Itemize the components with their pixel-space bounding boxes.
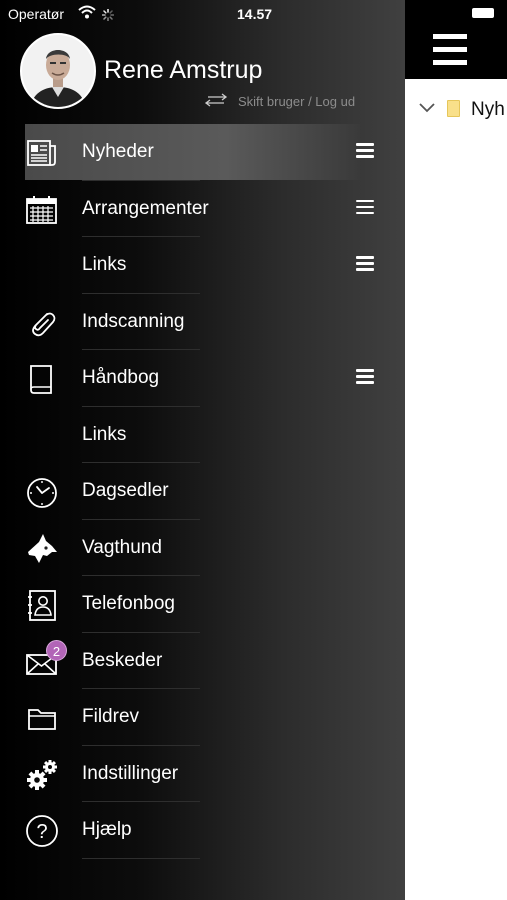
swap-arrows-icon	[202, 93, 230, 110]
phonebook-icon	[25, 588, 59, 622]
menu-item-arrangementer[interactable]: Arrangementer	[0, 181, 405, 237]
menu-item-indstillinger[interactable]: Indstillinger	[0, 746, 405, 802]
carrier-label: Operatør	[8, 6, 65, 22]
menu-label: Links	[82, 254, 127, 275]
menu-item-dagsedler[interactable]: Dagsedler	[0, 463, 405, 520]
submenu-icon[interactable]	[356, 143, 374, 159]
dog-icon	[25, 532, 59, 566]
submenu-icon[interactable]	[356, 256, 374, 272]
status-bar: Operatør 14.57	[0, 0, 507, 28]
book-icon	[25, 362, 59, 396]
gears-icon	[25, 758, 59, 792]
submenu-icon[interactable]	[356, 369, 374, 385]
menu-item-beskeder[interactable]: 2 Beskeder	[0, 633, 405, 689]
battery-icon	[471, 7, 498, 19]
menu-toggle-icon[interactable]	[433, 34, 467, 66]
calendar-icon	[25, 193, 59, 227]
folder-icon	[25, 701, 59, 735]
svg-text:?: ?	[36, 821, 47, 843]
menu-label: Links	[82, 423, 127, 445]
menu-label: Arrangementer	[82, 197, 209, 219]
menu-label: Indscanning	[82, 310, 185, 332]
menu-item-nyheder[interactable]: Nyheder	[0, 124, 405, 181]
submenu-icon[interactable]	[356, 199, 374, 216]
menu-label: Fildrev	[82, 706, 140, 727]
clock-icon	[25, 475, 59, 509]
menu-item-indscanning[interactable]: Indscanning	[0, 294, 405, 350]
chevron-down-icon[interactable]	[419, 101, 435, 119]
menu-item-links-2[interactable]: Links	[0, 407, 405, 463]
menu-label: Vagthund	[82, 536, 162, 558]
menu-item-telefonbog[interactable]: Telefonbog	[0, 576, 405, 633]
status-time: 14.57	[237, 6, 273, 22]
activity-spinner-icon	[101, 8, 115, 24]
menu-item-hjaelp[interactable]: ? Hjælp	[0, 802, 405, 859]
folder-icon	[447, 100, 460, 117]
menu-label: Dagsedler	[82, 480, 169, 501]
tree-item-label: Nyh	[471, 99, 505, 120]
avatar[interactable]	[20, 33, 96, 109]
menu-item-fildrev[interactable]: Fildrev	[0, 689, 405, 746]
help-icon: ?	[25, 814, 59, 848]
menu-list: Nyheder Arrangementer Links Indscanning …	[0, 124, 405, 859]
menu-label: Telefonbog	[82, 593, 175, 614]
menu-label: Håndbog	[82, 367, 160, 388]
menu-label: Indstillinger	[82, 762, 179, 784]
paperclip-icon	[25, 306, 59, 340]
tree-item[interactable]: Nyh	[405, 96, 507, 126]
menu-item-links[interactable]: Links	[0, 237, 405, 294]
menu-label: Nyheder	[82, 141, 154, 162]
side-menu: Rene Amstrup Skift bruger / Log ud Nyhed…	[0, 0, 405, 900]
active-highlight	[25, 124, 360, 180]
menu-label: Beskeder	[82, 649, 163, 671]
wifi-icon	[78, 5, 96, 22]
divider	[82, 857, 200, 859]
newspaper-icon	[25, 136, 59, 170]
switch-user-label: Skift bruger / Log ud	[238, 94, 356, 109]
user-name: Rene Amstrup	[104, 56, 263, 84]
unread-badge: 2	[46, 639, 67, 661]
menu-item-vagthund[interactable]: Vagthund	[0, 520, 405, 576]
menu-item-haandbog[interactable]: Håndbog	[0, 350, 405, 407]
menu-label: Hjælp	[82, 819, 132, 840]
